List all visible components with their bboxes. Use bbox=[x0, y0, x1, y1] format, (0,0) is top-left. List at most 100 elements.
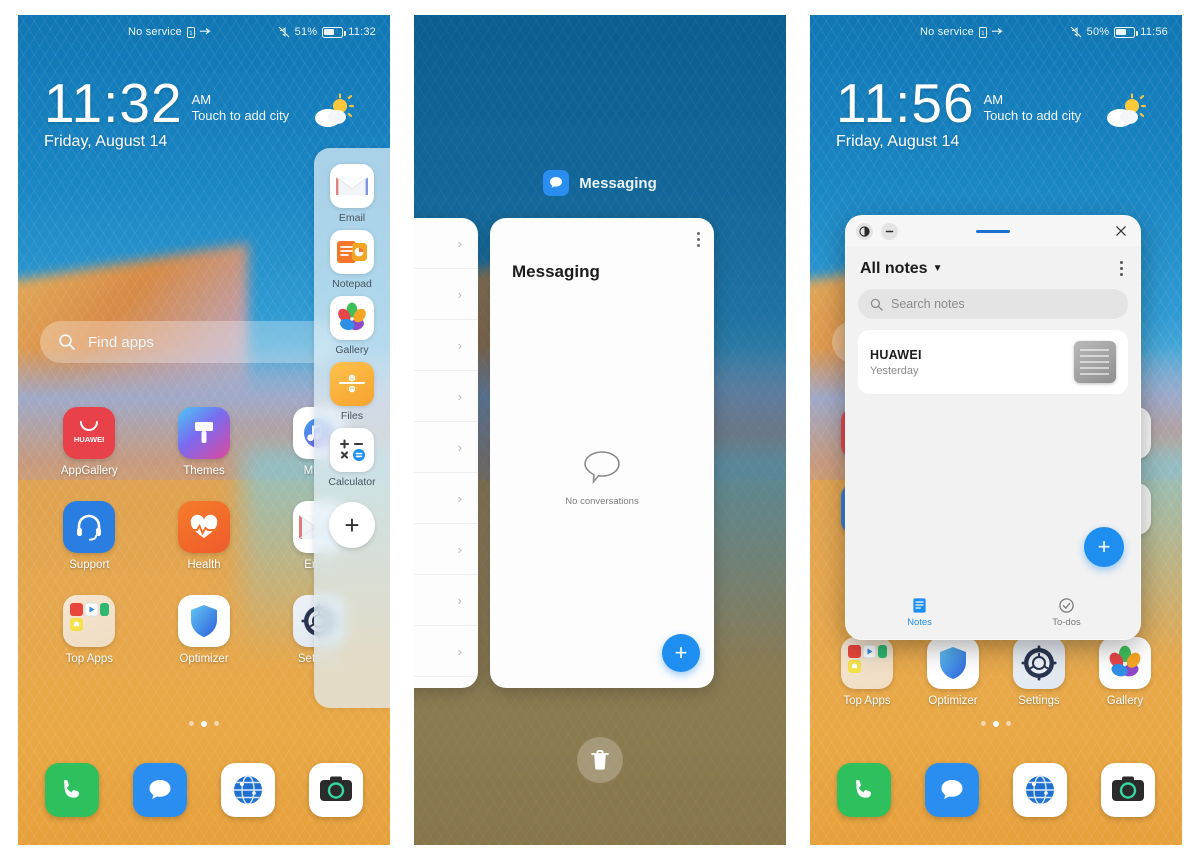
app-top-apps-folder[interactable]: Top Apps bbox=[824, 637, 910, 707]
app-settings[interactable]: Settings bbox=[996, 637, 1082, 707]
list-item: › bbox=[414, 524, 478, 575]
recents-card-messaging[interactable]: Messaging No conversations + bbox=[490, 218, 714, 688]
page-indicator bbox=[18, 721, 390, 727]
drawer-item-calculator[interactable]: Calculator bbox=[328, 428, 376, 488]
drawer-item-email[interactable]: Email bbox=[330, 164, 374, 224]
weather-icon[interactable] bbox=[310, 93, 354, 133]
dock bbox=[820, 763, 1172, 817]
kebab-menu-icon[interactable] bbox=[697, 232, 700, 247]
app-support[interactable]: Support bbox=[32, 501, 147, 571]
add-city-hint[interactable]: Touch to add city bbox=[984, 108, 1082, 124]
drawer-add-button[interactable]: + bbox=[329, 502, 375, 548]
notes-filter-dropdown[interactable]: All notes ▼ bbox=[860, 260, 942, 278]
browser-icon[interactable] bbox=[221, 763, 275, 817]
phone-icon[interactable] bbox=[45, 763, 99, 817]
add-city-hint[interactable]: Touch to add city bbox=[192, 108, 290, 124]
drawer-item-label: Calculator bbox=[328, 476, 376, 488]
app-optimizer[interactable]: Optimizer bbox=[910, 637, 996, 707]
sim-card-icon: 1 bbox=[186, 26, 195, 38]
search-input[interactable]: Find apps bbox=[40, 321, 340, 363]
list-item: › bbox=[414, 626, 478, 677]
app-label: Optimizer bbox=[928, 695, 978, 707]
note-title: HUAWEI bbox=[870, 347, 922, 362]
app-top-apps-folder[interactable]: Top Apps bbox=[32, 595, 147, 665]
battery-percent: 51% bbox=[294, 26, 318, 38]
search-icon bbox=[870, 298, 883, 311]
list-item: › bbox=[414, 371, 478, 422]
phone-panel-floating-window: No service 1 50% 11:56 11:56 AM Touch to… bbox=[810, 15, 1182, 845]
window-drag-handle[interactable] bbox=[976, 229, 1010, 233]
files-icon bbox=[330, 362, 374, 406]
svg-text:1: 1 bbox=[981, 31, 985, 37]
appgallery-icon: HUAWEI bbox=[63, 407, 116, 459]
tab-todos[interactable]: To-dos bbox=[1052, 597, 1081, 628]
gallery-icon bbox=[1099, 637, 1151, 689]
lockscreen-clock: 11:56 AM Touch to add city Friday, Augus… bbox=[836, 72, 1082, 151]
phone-icon[interactable] bbox=[837, 763, 891, 817]
list-item: › bbox=[414, 575, 478, 626]
app-themes[interactable]: Themes bbox=[147, 407, 262, 477]
notepad-icon bbox=[330, 230, 374, 274]
search-icon bbox=[59, 334, 75, 350]
note-list-item[interactable]: HUAWEI Yesterday bbox=[858, 330, 1128, 394]
battery-icon bbox=[1114, 26, 1138, 38]
sim-card-icon: 1 bbox=[978, 26, 987, 38]
empty-state: No conversations bbox=[490, 448, 714, 507]
drawer-item-gallery[interactable]: Gallery bbox=[330, 296, 374, 356]
note-date: Yesterday bbox=[870, 364, 919, 377]
kebab-menu-icon[interactable] bbox=[1117, 258, 1126, 279]
window-title-bar[interactable] bbox=[846, 216, 1140, 246]
battery-percent: 50% bbox=[1086, 26, 1110, 38]
email-icon bbox=[330, 164, 374, 208]
top-apps-folder-icon bbox=[841, 637, 893, 689]
new-note-fab[interactable]: + bbox=[1084, 527, 1124, 567]
chevron-down-icon: ▼ bbox=[932, 263, 943, 274]
messaging-icon[interactable] bbox=[925, 763, 979, 817]
camera-icon[interactable] bbox=[309, 763, 363, 817]
drawer-item-label: Email bbox=[338, 212, 366, 224]
recents-app-header: Messaging bbox=[414, 170, 786, 196]
expand-window-icon[interactable] bbox=[856, 222, 873, 240]
clear-all-button[interactable] bbox=[577, 737, 623, 783]
chat-bubble-icon bbox=[584, 451, 620, 485]
app-label: AppGallery bbox=[60, 465, 118, 477]
weather-icon[interactable] bbox=[1102, 93, 1146, 133]
card-title: Messaging bbox=[512, 262, 600, 281]
app-appgallery[interactable]: HUAWEI AppGallery bbox=[32, 407, 147, 477]
app-gallery[interactable]: Gallery bbox=[1082, 637, 1168, 707]
app-side-drawer: Email Notepad Gallery Files Calculator + bbox=[314, 148, 390, 708]
notes-filter-label: All notes bbox=[860, 259, 928, 277]
floating-notepad-window: All notes ▼ Search notes HUAWEI Yesterda… bbox=[845, 215, 1141, 640]
page-indicator bbox=[810, 721, 1182, 727]
clock-date: Friday, August 14 bbox=[44, 133, 168, 151]
close-icon[interactable] bbox=[1112, 222, 1130, 240]
messaging-icon bbox=[543, 170, 570, 196]
search-notes-placeholder: Search notes bbox=[891, 297, 965, 311]
clock-time: 11:56 bbox=[836, 72, 975, 134]
search-notes-input[interactable]: Search notes bbox=[858, 289, 1128, 319]
app-optimizer[interactable]: Optimizer bbox=[147, 595, 262, 665]
app-label: Top Apps bbox=[843, 695, 891, 707]
messaging-icon[interactable] bbox=[133, 763, 187, 817]
mute-icon bbox=[278, 26, 290, 38]
list-item: › bbox=[414, 473, 478, 524]
minimize-icon[interactable] bbox=[881, 222, 898, 240]
clock-date: Friday, August 14 bbox=[836, 133, 960, 151]
gallery-icon bbox=[330, 296, 374, 340]
notes-header: All notes ▼ bbox=[858, 256, 1128, 289]
camera-icon[interactable] bbox=[1101, 763, 1155, 817]
drawer-item-notepad[interactable]: Notepad bbox=[330, 230, 374, 290]
top-apps-folder-icon bbox=[63, 595, 116, 647]
recents-card-partial[interactable]: › › › › › › › › › bbox=[414, 218, 478, 688]
app-label: Support bbox=[69, 559, 110, 571]
screenshot-stage: No service 1 51% 11:32 11:32 AM Touch to… bbox=[0, 0, 1200, 860]
optimizer-icon bbox=[177, 595, 230, 647]
health-icon bbox=[177, 501, 230, 553]
app-health[interactable]: Health bbox=[147, 501, 262, 571]
status-bar: No service 1 51% 11:32 bbox=[18, 15, 390, 49]
new-message-fab[interactable]: + bbox=[662, 634, 700, 672]
tab-notes[interactable]: Notes bbox=[907, 597, 932, 628]
browser-icon[interactable] bbox=[1013, 763, 1067, 817]
list-item: › bbox=[414, 218, 478, 269]
drawer-item-files[interactable]: Files bbox=[330, 362, 374, 422]
